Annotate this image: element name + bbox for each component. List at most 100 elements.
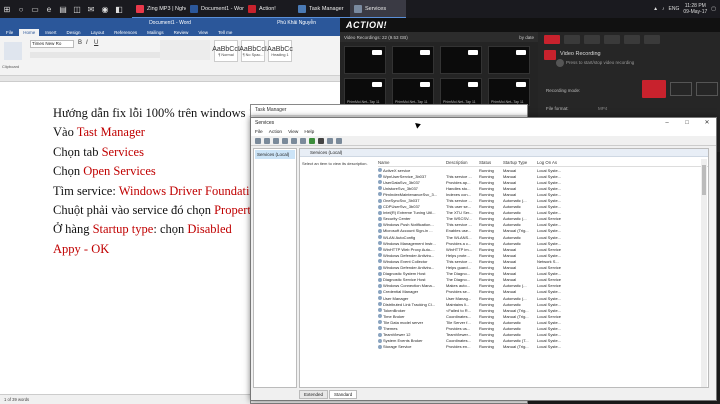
services-title: Services: [255, 120, 275, 126]
service-cell: The Diagno...: [446, 277, 471, 283]
taskbar-item[interactable]: Action!: [244, 0, 294, 18]
refresh-icon[interactable]: [282, 137, 288, 144]
stop-service-icon[interactable]: [318, 137, 324, 144]
menu-view[interactable]: View: [288, 130, 298, 135]
start-service-icon[interactable]: [309, 137, 315, 144]
service-name: TeamViewer 12: [383, 332, 411, 338]
service-name: Tile Data model server: [383, 319, 424, 325]
restart-service-icon[interactable]: [336, 137, 342, 144]
tab-webcam[interactable]: [624, 34, 640, 44]
language-indicator[interactable]: ENG: [669, 6, 680, 12]
menu-action[interactable]: Action: [269, 130, 282, 135]
service-cell: Makes auto...: [446, 283, 471, 289]
underline-button[interactable]: U: [94, 40, 98, 46]
export-icon[interactable]: [291, 137, 297, 144]
tab-home[interactable]: Home: [19, 28, 40, 36]
start-button[interactable]: ⊞: [0, 0, 14, 18]
services-scrollbar[interactable]: [701, 159, 707, 387]
tab-settings[interactable]: [644, 34, 660, 44]
task-view-icon[interactable]: ▭: [28, 0, 42, 18]
service-name: Intel(R) Extreme Tuning Util...: [383, 210, 436, 216]
tab-review[interactable]: Review: [170, 29, 193, 36]
tab-view[interactable]: View: [194, 29, 212, 36]
chrome-icon[interactable]: ◉: [98, 0, 112, 18]
tab-design[interactable]: Design: [63, 29, 85, 36]
tab-mailings[interactable]: Mailings: [143, 29, 168, 36]
line-highlight: Tast Manager: [76, 125, 145, 140]
service-cell: Local Service: [537, 246, 562, 252]
taskbar-item[interactable]: Services: [350, 0, 406, 18]
bold-button[interactable]: B: [78, 40, 82, 46]
table-row[interactable]: Storage Service Provides en... Running Manu…: [378, 344, 708, 350]
tab-layout[interactable]: Layout: [87, 29, 109, 36]
help-icon[interactable]: [300, 137, 306, 144]
file-format-value[interactable]: MP4: [598, 106, 607, 111]
service-cell: Local Syste...: [537, 179, 562, 185]
mail-icon[interactable]: ✉: [84, 0, 98, 18]
back-icon[interactable]: [255, 137, 261, 144]
pause-service-icon[interactable]: [327, 137, 333, 144]
service-name: UserDataSvc_3b037: [383, 179, 420, 185]
recording-thumbnail[interactable]: [344, 46, 386, 74]
italic-button[interactable]: I: [86, 40, 88, 46]
minimize-button[interactable]: –: [658, 118, 676, 128]
recording-thumbnail[interactable]: PhimMoi.Net--Tap 11: [488, 78, 530, 106]
recording-thumbnail[interactable]: PhimMoi.Net--Tap 11: [440, 78, 482, 106]
maximize-button[interactable]: □: [678, 118, 696, 128]
explorer-icon[interactable]: ▤: [56, 0, 70, 18]
paragraph-group: [160, 40, 210, 60]
column-header[interactable]: Name: [378, 160, 446, 165]
clock[interactable]: 11:28 PM 09-May-17: [683, 3, 707, 15]
tab-file[interactable]: File: [2, 29, 17, 36]
tab-references[interactable]: References: [110, 29, 141, 36]
tab-tell-me[interactable]: Tell me: [214, 29, 236, 36]
tab-video-recording[interactable]: [544, 34, 560, 44]
column-header[interactable]: Status: [479, 160, 503, 165]
tab-extended[interactable]: Extended: [299, 390, 329, 399]
column-header[interactable]: Startup Type: [503, 160, 537, 165]
service-cell: Local Syste...: [537, 234, 562, 240]
service-cell: Running: [479, 234, 494, 240]
paste-button[interactable]: [4, 42, 22, 60]
style-gallery-item[interactable]: AaBbCcI ¶ Normal: [212, 40, 240, 62]
recording-thumbnail[interactable]: [488, 46, 530, 74]
style-gallery-item[interactable]: AaBbCcI ¶ No Spac...: [239, 40, 267, 62]
scrollbar-thumb[interactable]: [702, 165, 706, 195]
tab-game[interactable]: [584, 34, 600, 44]
gear-icon: [378, 277, 382, 282]
close-button[interactable]: ✕: [698, 118, 716, 128]
tab-standard[interactable]: Standard: [329, 390, 358, 399]
mode-region-button[interactable]: [642, 80, 666, 98]
tab-live[interactable]: [564, 34, 580, 44]
volume-icon[interactable]: ♪: [662, 6, 665, 12]
font-name-select[interactable]: Times New Ro: [30, 40, 74, 48]
clipboard-label: Clipboard: [2, 64, 20, 69]
recording-thumbnail[interactable]: [392, 46, 434, 74]
show-hide-tree-icon[interactable]: [273, 137, 279, 144]
recording-thumbnail[interactable]: PhimMoi.Net--Tap 11: [344, 78, 386, 106]
notification-icon[interactable]: ▢: [711, 6, 716, 12]
recording-thumbnail[interactable]: [440, 46, 482, 74]
store-icon[interactable]: ◫: [70, 0, 84, 18]
taskbar-item[interactable]: Document1 - Word: [186, 0, 244, 18]
network-icon[interactable]: ▲: [653, 6, 658, 12]
style-gallery-item[interactable]: AaBbCc Heading 1: [267, 40, 293, 62]
recording-thumbnail[interactable]: PhimMoi.Net--Tap 11: [392, 78, 434, 106]
taskbar-item[interactable]: Task Manager: [294, 0, 350, 18]
menu-help[interactable]: Help: [304, 130, 314, 135]
column-header[interactable]: Log On As: [537, 160, 577, 165]
camera-icon[interactable]: ◧: [112, 0, 126, 18]
tab-insert[interactable]: Insert: [41, 29, 60, 36]
mode-window-button[interactable]: [670, 82, 692, 96]
menu-file[interactable]: File: [255, 130, 263, 135]
mode-fullscreen-button[interactable]: [696, 82, 718, 96]
taskbar-item[interactable]: Zing MP3 | Nghe tải...: [132, 0, 186, 18]
search-icon[interactable]: ○: [14, 0, 28, 18]
tab-screenshot[interactable]: [604, 34, 620, 44]
forward-icon[interactable]: [264, 137, 270, 144]
edge-icon[interactable]: e: [42, 0, 56, 18]
tree-item-services-local[interactable]: Services (Local): [255, 150, 295, 159]
service-name: Security Center: [383, 216, 411, 222]
column-header[interactable]: Description: [446, 160, 479, 165]
sort-select[interactable]: by date: [519, 35, 534, 40]
